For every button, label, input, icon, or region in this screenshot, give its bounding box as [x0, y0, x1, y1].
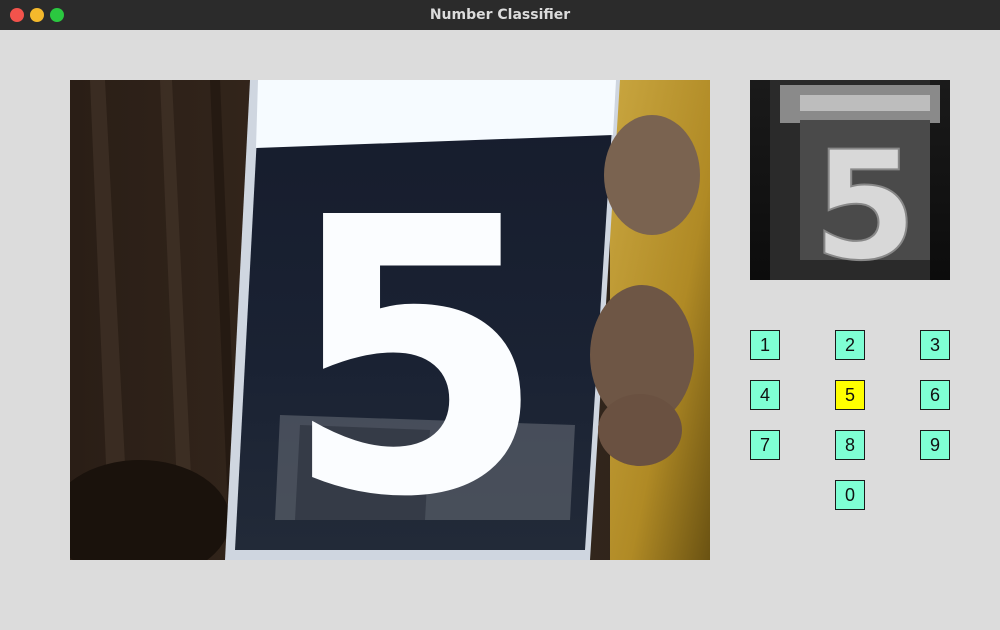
digit-button-7[interactable]: 7 [750, 430, 780, 460]
digit-button-0[interactable]: 0 [835, 480, 865, 510]
processed-thumbnail: 5 [750, 80, 950, 280]
camera-digit: 5 [283, 137, 547, 560]
window-title: Number Classifier [429, 7, 571, 23]
digit-button-2[interactable]: 2 [835, 330, 865, 360]
title-bar: Number Classifier [0, 0, 1000, 30]
thumbnail-digit: 5 [813, 120, 917, 280]
digit-button-8[interactable]: 8 [835, 430, 865, 460]
digit-button-4[interactable]: 4 [750, 380, 780, 410]
camera-feed: 5 [70, 80, 710, 560]
digit-button-5[interactable]: 5 [835, 380, 865, 410]
digit-button-9[interactable]: 9 [920, 430, 950, 460]
digit-button-6[interactable]: 6 [920, 380, 950, 410]
digit-button-3[interactable]: 3 [920, 330, 950, 360]
digit-button-1[interactable]: 1 [750, 330, 780, 360]
